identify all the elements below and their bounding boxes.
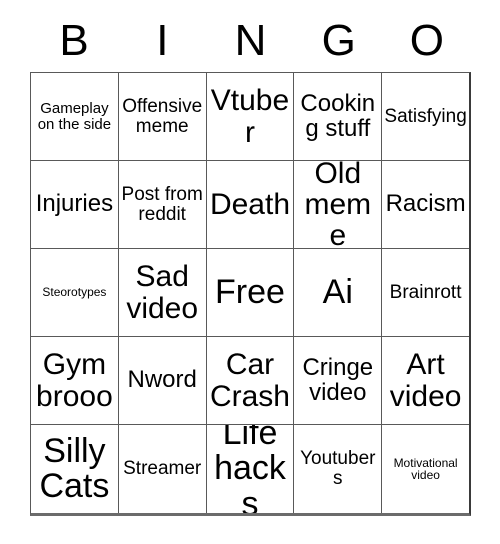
bingo-row: Injuries Post from reddit Death Old meme… (31, 161, 469, 249)
bingo-header-letter-g: G (321, 16, 356, 65)
bingo-cell-label: Steorotypes (42, 285, 107, 300)
bingo-cell-label: Car Crash (209, 348, 290, 413)
bingo-cell-o1[interactable]: Satisfying (382, 73, 469, 161)
bingo-header-letter-b: B (59, 16, 89, 65)
bingo-cell-o3[interactable]: Brainrott (382, 249, 469, 337)
bingo-cell-label: Youtubers (300, 448, 376, 489)
bingo-cell-b3[interactable]: Steorotypes (31, 249, 119, 337)
bingo-cell-label: Nword (127, 366, 197, 394)
bingo-cell-label: Post from reddit (121, 183, 203, 225)
bingo-cell-label: Injuries (35, 190, 114, 218)
bingo-cell-b2[interactable]: Injuries (31, 161, 119, 249)
bingo-cell-label: Ai (322, 272, 353, 311)
bingo-cell-i2[interactable]: Post from reddit (118, 161, 207, 249)
bingo-cell-o4[interactable]: Art video (382, 337, 469, 425)
bingo-cell-i4[interactable]: Nword (118, 337, 207, 425)
bingo-cell-label: Gameplay on the side (37, 99, 112, 133)
bingo-cell-label: Sad video (126, 260, 199, 325)
bingo-cell-b4[interactable]: Gym brooo (31, 337, 119, 425)
bingo-cell-o5[interactable]: Motivational video (382, 425, 469, 513)
bingo-cell-b5[interactable]: Silly Cats (31, 425, 119, 513)
bingo-cell-label: Motivational video (393, 455, 458, 482)
bingo-cell-i5[interactable]: Streamer (119, 425, 207, 513)
bingo-cell-b1[interactable]: Gameplay on the side (31, 73, 119, 161)
bingo-cell-label: Free (215, 272, 285, 311)
bingo-cell-label: Cooking stuff (300, 89, 376, 142)
bingo-cell-label: Old meme (304, 161, 372, 249)
bingo-cell-label: Silly Cats (39, 431, 110, 505)
bingo-row: Steorotypes Sad video Free Ai Brainrott (31, 249, 469, 337)
bingo-cell-label: Satisfying (384, 105, 467, 127)
bingo-cell-label: Cringe video (302, 353, 374, 406)
bingo-cell-label: Racism (385, 190, 466, 218)
bingo-cell-label: Streamer (123, 458, 202, 480)
bingo-cell-g2[interactable]: Old meme (294, 161, 383, 249)
bingo-row: Gameplay on the side Offensive meme Vtub… (31, 73, 469, 161)
bingo-header: B I N G O (30, 10, 471, 72)
bingo-cell-g5[interactable]: Youtubers (294, 425, 383, 513)
bingo-cell-label: Gym brooo (36, 348, 113, 413)
bingo-header-letter-o: O (409, 16, 445, 65)
bingo-cell-n2[interactable]: Death (206, 161, 295, 249)
bingo-cell-g1[interactable]: Cooking stuff (294, 73, 383, 161)
bingo-row: Silly Cats Streamer Life hacks Youtubers… (31, 425, 469, 513)
bingo-cell-label: Vtuber (210, 84, 290, 149)
bingo-cell-n4[interactable]: Car Crash (206, 337, 295, 425)
bingo-cell-n3-free[interactable]: Free (206, 249, 295, 337)
bingo-grid: Gameplay on the side Offensive meme Vtub… (30, 72, 471, 516)
bingo-cell-n5[interactable]: Life hacks (207, 425, 295, 513)
bingo-cell-g3[interactable]: Ai (294, 249, 383, 337)
bingo-cell-n1[interactable]: Vtuber (206, 73, 295, 161)
bingo-cell-g4[interactable]: Cringe video (294, 337, 383, 425)
bingo-cell-i1[interactable]: Offensive meme (118, 73, 207, 161)
bingo-cell-label: Life hacks (214, 425, 286, 513)
bingo-cell-o2[interactable]: Racism (382, 161, 469, 249)
bingo-card: B I N G O Gameplay on the side Offensive… (30, 10, 471, 516)
bingo-header-letter-i: I (156, 16, 169, 65)
bingo-row: Gym brooo Nword Car Crash Cringe video A… (31, 337, 469, 425)
bingo-cell-label: Death (209, 187, 291, 221)
bingo-header-letter-n: N (234, 16, 267, 65)
bingo-cell-i3[interactable]: Sad video (118, 249, 207, 337)
bingo-cell-label: Offensive meme (122, 95, 203, 137)
bingo-cell-label: Art video (389, 348, 462, 413)
bingo-cell-label: Brainrott (389, 281, 462, 303)
